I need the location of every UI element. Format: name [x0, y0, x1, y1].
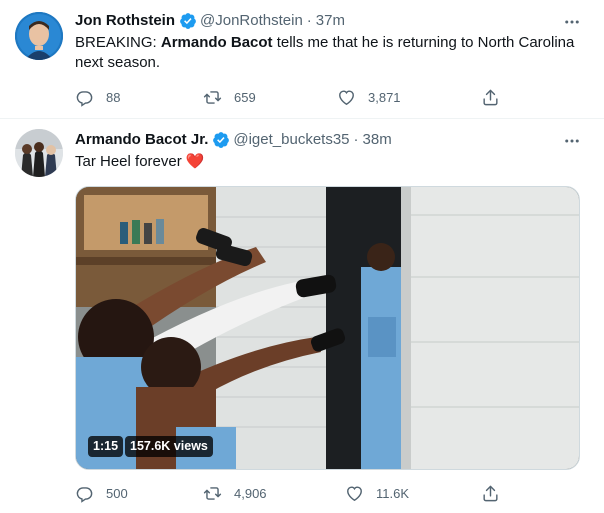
author-name[interactable]: Armando Bacot Jr.: [75, 130, 208, 150]
tweet-header: Armando Bacot Jr. @iget_buckets35 · 38m: [75, 130, 392, 150]
tweet-armando-bacot[interactable]: Armando Bacot Jr. @iget_buckets35 · 38m …: [0, 0, 604, 513]
reply-button[interactable]: 500: [75, 482, 128, 504]
video-thumbnail: [76, 187, 579, 469]
heart-icon: [347, 485, 362, 501]
video-info-badge: 1:15 157.6K views: [88, 436, 213, 457]
like-count: 11.6K: [376, 485, 410, 501]
red-heart-emoji: ❤️: [185, 153, 205, 170]
reply-count: 500: [106, 485, 128, 501]
retweet-button[interactable]: 4,906: [203, 482, 267, 504]
separator-dot: ·: [353, 131, 359, 148]
avatar-image: [15, 129, 63, 177]
tweet-text: Tar Heel forever ❤️: [75, 152, 585, 172]
retweet-icon: [203, 486, 222, 500]
author-handle[interactable]: @iget_buckets35: [233, 130, 349, 150]
video-player[interactable]: 1:15 157.6K views: [75, 186, 580, 470]
like-button[interactable]: 11.6K: [345, 482, 409, 504]
timestamp[interactable]: 38m: [363, 130, 392, 150]
tweet-actions: 500 4,906 11.6K: [75, 482, 505, 504]
video-duration: 1:15: [88, 436, 124, 457]
more-dots-icon: [565, 139, 579, 143]
avatar-armando-bacot[interactable]: [15, 129, 63, 177]
share-button[interactable]: [481, 482, 500, 504]
share-icon: [483, 485, 498, 501]
tweet-text-body: Tar Heel forever: [75, 153, 182, 170]
video-views: 157.6K views: [125, 436, 213, 457]
retweet-count: 4,906: [234, 485, 267, 501]
verified-badge-icon: [213, 132, 230, 148]
more-options-button[interactable]: [562, 131, 582, 151]
reply-icon: [76, 486, 93, 503]
